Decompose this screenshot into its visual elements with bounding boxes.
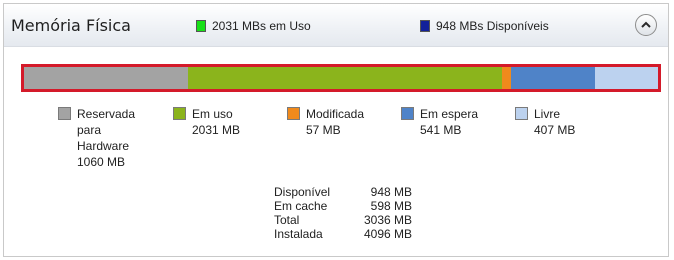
- stat-label: Total: [274, 213, 300, 227]
- legend-value-free: 407 MB: [534, 123, 576, 137]
- legend-label-free: Livre: [534, 107, 561, 121]
- memory-usage-bar: [21, 64, 661, 92]
- bar-segment-reserved: [24, 67, 189, 89]
- stat-row-available: Disponível 948 MB: [274, 185, 414, 199]
- stat-row-installed: Instalada 4096 MB: [274, 227, 414, 241]
- modified-swatch: [287, 107, 300, 120]
- panel-header: Memória Física 2031 MBs em Uso 948 MBs D…: [4, 4, 668, 47]
- legend-item-modified: Modificada 57 MB: [287, 106, 364, 138]
- available-summary: 948 MBs Disponíveis: [420, 19, 549, 33]
- stat-value: 3036 MB: [363, 213, 412, 227]
- reserved-swatch: [58, 107, 71, 120]
- legend-item-reserved: Reservada para Hardware 1060 MB: [58, 106, 137, 170]
- legend-label-modified: Modificada: [306, 107, 365, 121]
- in-use-summary: 2031 MBs em Uso: [196, 19, 311, 33]
- legend-value-modified: 57 MB: [306, 123, 341, 137]
- legend-label-standby: Em espera: [420, 107, 479, 121]
- stat-value: 4096 MB: [363, 227, 412, 241]
- physical-memory-panel: Memória Física 2031 MBs em Uso 948 MBs D…: [3, 3, 669, 257]
- memory-stats: Disponível 948 MB Em cache 598 MB Total …: [274, 185, 414, 241]
- bar-segment-free: [594, 67, 658, 89]
- legend-item-free: Livre 407 MB: [515, 106, 575, 138]
- stat-row-total: Total 3036 MB: [274, 213, 414, 227]
- available-swatch: [420, 20, 430, 32]
- bar-segment-modified: [502, 67, 512, 89]
- legend-item-in-use: Em uso 2031 MB: [173, 106, 240, 138]
- collapse-button[interactable]: [635, 14, 657, 36]
- legend-value-standby: 541 MB: [420, 123, 462, 137]
- stat-row-cached: Em cache 598 MB: [274, 199, 414, 213]
- legend-value-in-use: 2031 MB: [192, 123, 241, 137]
- standby-swatch: [401, 107, 414, 120]
- available-summary-text: 948 MBs Disponíveis: [436, 19, 549, 33]
- stat-label: Disponível: [274, 185, 331, 199]
- stat-value: 948 MB: [370, 185, 412, 199]
- panel-title: Memória Física: [11, 16, 131, 35]
- free-swatch: [515, 107, 528, 120]
- bar-segment-standby: [511, 67, 595, 89]
- stat-label: Instalada: [274, 227, 323, 241]
- chevron-up-icon: [641, 21, 651, 28]
- legend-value-reserved: 1060 MB: [77, 155, 126, 169]
- in-use-swatch: [196, 20, 206, 32]
- stat-value: 598 MB: [370, 199, 412, 213]
- in-use-summary-text: 2031 MBs em Uso: [212, 19, 311, 33]
- legend-item-standby: Em espera 541 MB: [401, 106, 478, 138]
- legend-label-in-use: Em uso: [192, 107, 233, 121]
- in-use-legend-swatch: [173, 107, 186, 120]
- legend-label-reserved: Reservada para Hardware: [77, 107, 136, 153]
- bar-segment-in-use: [188, 67, 503, 89]
- stat-label: Em cache: [274, 199, 328, 213]
